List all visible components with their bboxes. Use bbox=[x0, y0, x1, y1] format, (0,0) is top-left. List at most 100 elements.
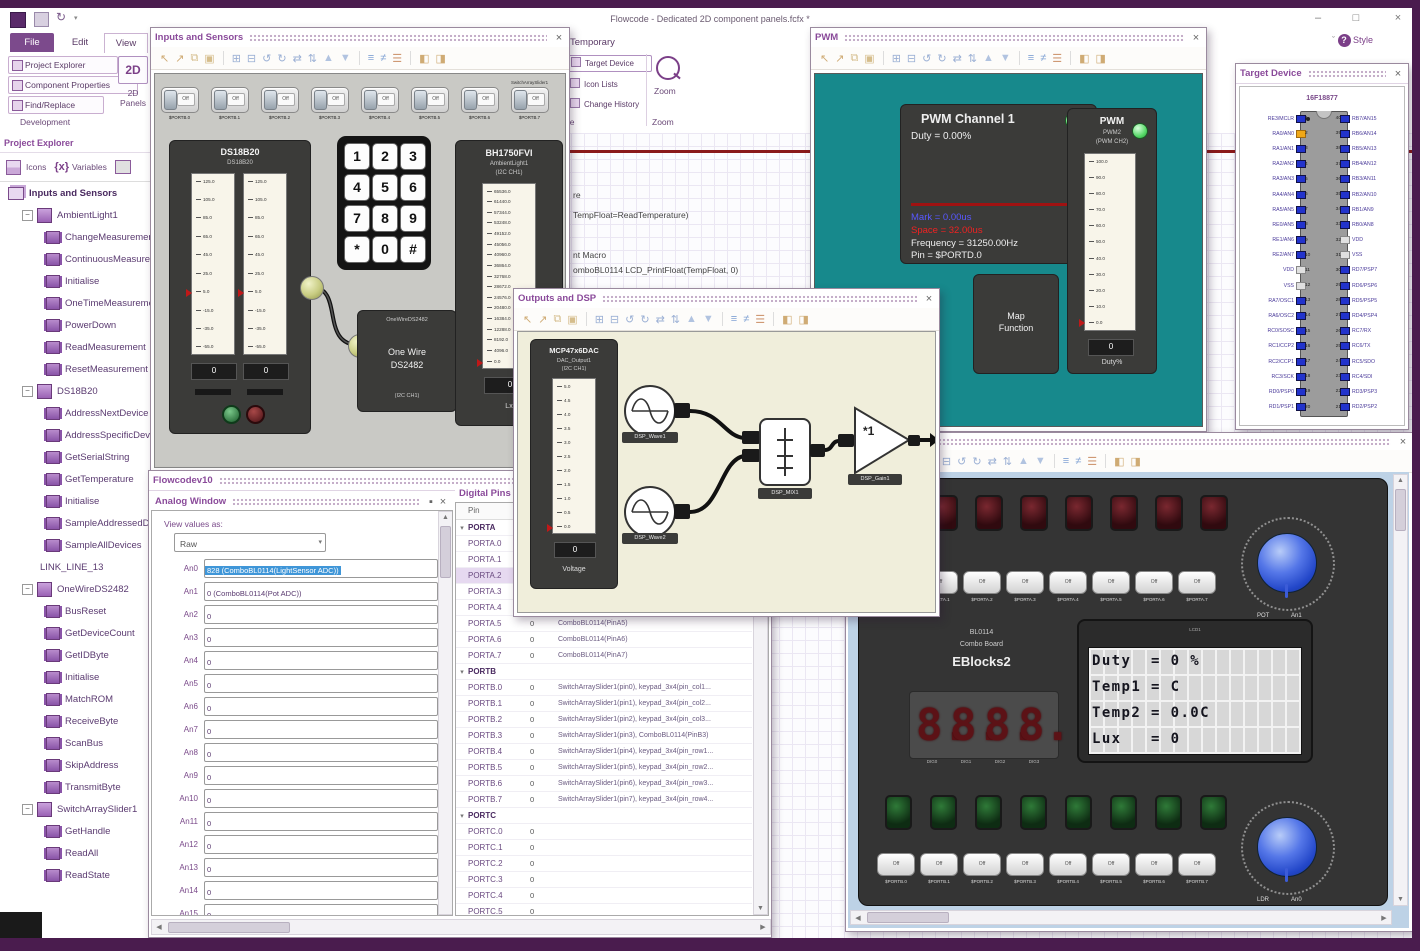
board-switch-porta-6[interactable]: Off bbox=[1135, 571, 1173, 594]
keypad-key-6[interactable]: 6 bbox=[400, 174, 426, 201]
digital-row-portc-3[interactable]: PORTC.3 0 bbox=[456, 872, 752, 888]
dsp-mixer-label[interactable]: DSP_MIX1 bbox=[758, 488, 812, 499]
dsp-wave1-label[interactable]: DSP_Wave1 bbox=[622, 432, 678, 443]
properties-icon[interactable]: ☰ bbox=[1087, 455, 1097, 468]
tree-item-continuousmeasure[interactable]: ContinuousMeasure... bbox=[0, 248, 155, 270]
tree-item-powerdown[interactable]: PowerDown bbox=[0, 314, 155, 336]
project-explorer-header[interactable]: Project Explorer bbox=[0, 133, 155, 153]
keypad-key-hash[interactable]: # bbox=[400, 236, 426, 263]
scroll-down-icon[interactable]: ▼ bbox=[754, 905, 767, 912]
keypad-key-8[interactable]: 8 bbox=[372, 205, 398, 232]
slide-switch-portb-7[interactable]: Off bbox=[510, 87, 549, 113]
scroll-left-icon[interactable]: ◀ bbox=[154, 923, 164, 931]
flip-vertical-icon[interactable]: ⇅ bbox=[1003, 455, 1012, 468]
properties-icon[interactable]: ☰ bbox=[392, 52, 402, 65]
pwm-gauge-scale[interactable]: 100.0 90.0 80.0 70.0 60.0 50.0 40.0 30.0 20.0 10.… bbox=[1084, 153, 1136, 331]
flip-vertical-icon[interactable]: ⇅ bbox=[671, 313, 680, 326]
scroll-thumb[interactable] bbox=[867, 912, 949, 923]
slide-switch-portb-3[interactable]: Off bbox=[310, 87, 349, 113]
delete-component-icon[interactable]: ⊟ bbox=[942, 455, 951, 468]
ds18b20-scale-1[interactable]: 125.0 105.0 85.0 65.0 45.0 25.0 5.0 -15.0 -35.0 -… bbox=[191, 173, 235, 355]
send-back-icon[interactable]: ◨ bbox=[1131, 455, 1141, 468]
tree-item-gettemperature[interactable]: GetTemperature bbox=[0, 468, 155, 490]
select-arrow-icon[interactable]: ↖ bbox=[523, 313, 532, 326]
align-bottom-icon[interactable]: ▼ bbox=[340, 52, 351, 64]
chip-icon[interactable] bbox=[114, 160, 131, 174]
undo-icon[interactable]: ↻ bbox=[56, 10, 66, 24]
analog-value-field[interactable]: 0 bbox=[204, 789, 438, 808]
tree-item-initialise[interactable]: Initialise bbox=[0, 270, 155, 292]
project-explorer-button[interactable]: Project Explorer bbox=[8, 56, 118, 74]
pan-tool-icon[interactable]: ↗ bbox=[835, 52, 844, 65]
icons-tab-icon[interactable] bbox=[6, 159, 21, 175]
rotate-left-icon[interactable]: ↺ bbox=[625, 313, 634, 326]
scroll-up-icon[interactable]: ▲ bbox=[439, 514, 452, 521]
digital-row-portb-7[interactable]: PORTB.7 0 SwitchArraySlider1(pin7), keypad… bbox=[456, 792, 752, 808]
rotate-right-icon[interactable]: ↻ bbox=[640, 313, 649, 326]
board-switch-portb-4[interactable]: Off bbox=[1049, 853, 1087, 876]
flip-horizontal-icon[interactable]: ⇄ bbox=[656, 313, 665, 326]
send-back-icon[interactable]: ◨ bbox=[436, 52, 446, 65]
digital-row-portb[interactable]: ▾ PORTB bbox=[456, 664, 752, 680]
tree-item-addressspecificdev[interactable]: AddressSpecificDev... bbox=[0, 424, 155, 446]
analog-value-field[interactable]: 0 bbox=[204, 651, 438, 670]
keypad-key-1[interactable]: 1 bbox=[344, 143, 370, 170]
tree-item-readall[interactable]: ReadAll bbox=[0, 842, 155, 864]
tree-item-sampleaddressedd[interactable]: SampleAddressedD... bbox=[0, 512, 155, 534]
rotate-left-icon[interactable]: ↺ bbox=[262, 52, 271, 65]
tree-item-skipaddress[interactable]: SkipAddress bbox=[0, 754, 155, 776]
zoom-button-caption[interactable]: Zoom bbox=[654, 86, 676, 96]
tab-edit[interactable]: Edit bbox=[60, 33, 100, 52]
ds18b20-red-button[interactable] bbox=[246, 405, 265, 424]
digital-row-portc-4[interactable]: PORTC.4 0 bbox=[456, 888, 752, 904]
save-icon[interactable] bbox=[34, 12, 49, 27]
board-switch-portb-2[interactable]: Off bbox=[963, 853, 1001, 876]
slide-switch-portb-1[interactable]: Off bbox=[210, 87, 249, 113]
tree-item-ds18b20[interactable]: − DS18B20 bbox=[0, 380, 155, 402]
wire-mode-icon[interactable]: ≠ bbox=[1075, 455, 1081, 467]
analog-value-field[interactable]: 0 bbox=[204, 766, 438, 785]
tree-item-addressnextdevice[interactable]: AddressNextDevice bbox=[0, 402, 155, 424]
slide-switch-portb-0[interactable]: Off bbox=[160, 87, 199, 113]
wire-mode-icon[interactable]: ≠ bbox=[743, 313, 749, 325]
2d-panel-icon[interactable]: 2D bbox=[118, 56, 148, 84]
minimize-icon[interactable]: – bbox=[1310, 12, 1326, 24]
analog-value-field[interactable]: 0 bbox=[204, 697, 438, 716]
bring-front-icon[interactable]: ◧ bbox=[1079, 52, 1089, 65]
slide-switch-portb-2[interactable]: Off bbox=[260, 87, 299, 113]
send-back-icon[interactable]: ◨ bbox=[799, 313, 809, 326]
expand-toggle-icon[interactable]: − bbox=[22, 385, 33, 397]
digital-row-portb-6[interactable]: PORTB.6 0 SwitchArraySlider1(pin6), keypad… bbox=[456, 776, 752, 792]
analog-value-field[interactable]: 0 bbox=[204, 881, 438, 900]
align-top-icon[interactable]: ▲ bbox=[983, 52, 994, 64]
digital-row-portb-5[interactable]: PORTB.5 0 SwitchArraySlider1(pin5), keypad… bbox=[456, 760, 752, 776]
tree-item-busreset[interactable]: BusReset bbox=[0, 600, 155, 622]
variables-icon[interactable]: {x} bbox=[54, 161, 69, 173]
analog-scrollbar[interactable]: ▲ bbox=[438, 511, 452, 915]
keypad-key-5[interactable]: 5 bbox=[372, 174, 398, 201]
rotate-left-icon[interactable]: ↺ bbox=[922, 52, 931, 65]
dock-icon[interactable]: ▪ bbox=[425, 496, 437, 508]
bring-front-icon[interactable]: ◧ bbox=[1114, 455, 1124, 468]
board-switch-porta-3[interactable]: Off bbox=[1006, 571, 1044, 594]
keypad-key-7[interactable]: 7 bbox=[344, 205, 370, 232]
digital-row-porta-6[interactable]: PORTA.6 0 ComboBL0114(PinA6) bbox=[456, 632, 752, 648]
properties-icon[interactable]: ☰ bbox=[755, 313, 765, 326]
flip-horizontal-icon[interactable]: ⇄ bbox=[293, 52, 302, 65]
keypad-key-9[interactable]: 9 bbox=[400, 205, 426, 232]
outputs-dsp-titlebar[interactable]: Outputs and DSP × bbox=[514, 289, 939, 309]
keypad-key-4[interactable]: 4 bbox=[344, 174, 370, 201]
pan-tool-icon[interactable]: ↗ bbox=[538, 313, 547, 326]
digital-row-portc-0[interactable]: PORTC.0 0 bbox=[456, 824, 752, 840]
align-bottom-icon[interactable]: ▼ bbox=[1035, 455, 1046, 467]
tree-item-readmeasurement[interactable]: ReadMeasurement bbox=[0, 336, 155, 358]
group-items-icon[interactable]: ≡ bbox=[1063, 455, 1069, 467]
slide-switch-portb-6[interactable]: Off bbox=[460, 87, 499, 113]
scroll-right-icon[interactable]: ▶ bbox=[1379, 914, 1389, 922]
analog-value-field[interactable]: 0 bbox=[204, 605, 438, 624]
close-icon[interactable]: × bbox=[553, 32, 565, 44]
bring-front-icon[interactable]: ◧ bbox=[782, 313, 792, 326]
close-icon[interactable]: × bbox=[1190, 32, 1202, 44]
delete-component-icon[interactable]: ⊟ bbox=[247, 52, 256, 65]
tab-temporary[interactable]: Temporary bbox=[570, 33, 630, 52]
